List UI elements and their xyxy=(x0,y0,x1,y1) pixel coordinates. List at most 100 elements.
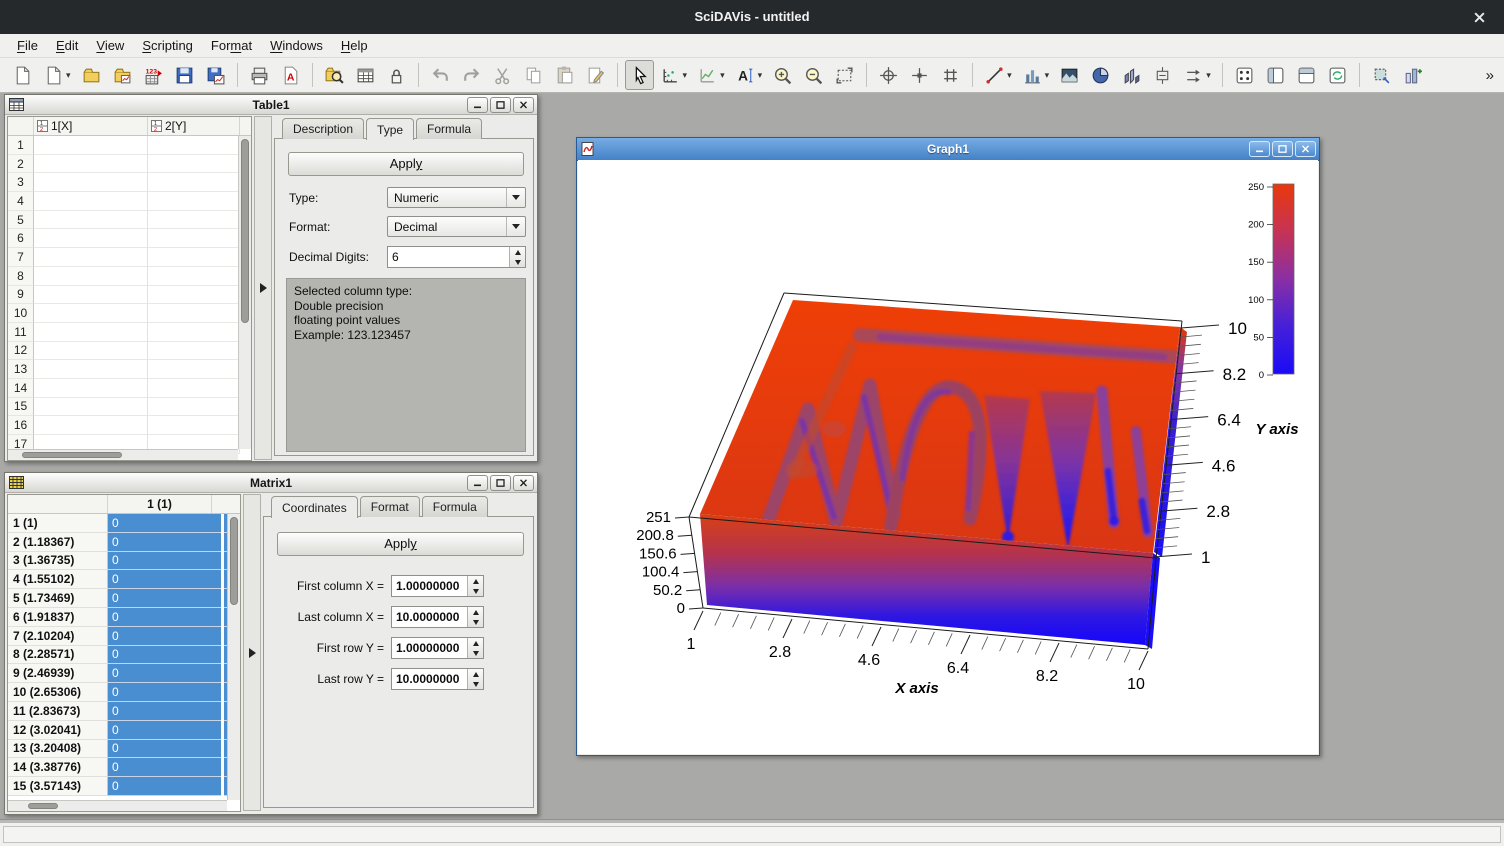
menu-windows[interactable]: Windows xyxy=(261,34,332,57)
table1-horizontal-scrollbar[interactable] xyxy=(8,449,238,460)
export-pdf-button[interactable]: A xyxy=(276,60,305,90)
matrix-row-header[interactable]: 2 (1.18367) xyxy=(8,533,108,552)
menu-format[interactable]: Format xyxy=(202,34,261,57)
redo-button[interactable] xyxy=(457,60,486,90)
add-text-button[interactable]: A▾ xyxy=(731,60,767,90)
table-cell[interactable] xyxy=(148,192,240,211)
menu-scripting[interactable]: Scripting xyxy=(133,34,202,57)
spin-buttons[interactable] xyxy=(467,638,483,658)
table-cell[interactable] xyxy=(34,304,148,323)
table1-column-header[interactable]: 122[Y] xyxy=(148,117,240,135)
row-number[interactable]: 2 xyxy=(8,155,34,174)
row-number[interactable]: 3 xyxy=(8,173,34,192)
set-column-values-button[interactable] xyxy=(1230,60,1259,90)
table-cell[interactable] xyxy=(34,248,148,267)
matrix-row-header[interactable]: 7 (2.10204) xyxy=(8,627,108,646)
table-cell[interactable] xyxy=(148,155,240,174)
matrix-cell[interactable]: 0 xyxy=(108,570,221,589)
table1-tab-type[interactable]: Type xyxy=(366,118,414,140)
app-close-button[interactable] xyxy=(1460,0,1498,34)
screen-reader-button[interactable] xyxy=(874,60,903,90)
table-cell[interactable] xyxy=(148,248,240,267)
table-cell[interactable] xyxy=(148,286,240,305)
matrix-row-header[interactable]: 12 (3.02041) xyxy=(8,721,108,740)
matrix-row-header[interactable]: 1 (1) xyxy=(8,514,108,533)
table1-tab-description[interactable]: Description xyxy=(282,118,364,139)
data-reader-button[interactable] xyxy=(905,60,934,90)
spin-buttons[interactable] xyxy=(467,669,483,689)
draw-line-button[interactable]: ▾ xyxy=(980,60,1016,90)
row-statistics-button[interactable] xyxy=(1292,60,1321,90)
table1-tab-formula[interactable]: Formula xyxy=(416,118,482,139)
coordinate-spinbox[interactable]: 1.00000000 xyxy=(391,637,484,659)
decimal-digits-spinbox[interactable]: 6 xyxy=(387,246,526,268)
table-cell[interactable] xyxy=(148,304,240,323)
graph1-close-button[interactable] xyxy=(1295,141,1316,157)
row-number[interactable]: 12 xyxy=(8,342,34,361)
matrix-cell[interactable]: 0 xyxy=(108,646,221,665)
table-cell[interactable] xyxy=(34,398,148,417)
plot-wizard-button[interactable]: ▾ xyxy=(656,60,692,90)
recalculate-button[interactable] xyxy=(1323,60,1352,90)
row-number[interactable]: 6 xyxy=(8,229,34,248)
plot-column-button[interactable]: ▾ xyxy=(1018,60,1054,90)
copy-button[interactable] xyxy=(519,60,548,90)
rescale-button[interactable] xyxy=(830,60,859,90)
paste-button[interactable] xyxy=(550,60,579,90)
matrix-cell[interactable]: 0 xyxy=(108,608,221,627)
print-button[interactable] xyxy=(245,60,274,90)
table-cell[interactable] xyxy=(148,379,240,398)
add-image-button[interactable] xyxy=(1055,60,1084,90)
matrix-cell[interactable]: 0 xyxy=(108,627,221,646)
row-number[interactable]: 16 xyxy=(8,416,34,435)
table-cell[interactable] xyxy=(34,267,148,286)
undo-button[interactable] xyxy=(426,60,455,90)
table1-minimize-button[interactable] xyxy=(467,97,488,113)
row-number[interactable]: 11 xyxy=(8,323,34,342)
table-cell[interactable] xyxy=(148,211,240,230)
coordinate-spinbox[interactable]: 1.00000000 xyxy=(391,575,484,597)
matrix-cell[interactable]: 0 xyxy=(108,683,221,702)
row-number[interactable]: 4 xyxy=(8,192,34,211)
column-statistics-button[interactable] xyxy=(1261,60,1290,90)
table-cell[interactable] xyxy=(148,342,240,361)
table1-panel-collapse-button[interactable] xyxy=(254,116,272,460)
table-cell[interactable] xyxy=(148,416,240,435)
table-cell[interactable] xyxy=(148,267,240,286)
table-cell[interactable] xyxy=(34,155,148,174)
matrix1-apply-button[interactable]: Apply xyxy=(277,532,524,556)
format-combobox[interactable]: Decimal xyxy=(387,216,526,237)
zoom-in-button[interactable] xyxy=(768,60,797,90)
new-project-button[interactable] xyxy=(8,60,37,90)
row-number[interactable]: 10 xyxy=(8,304,34,323)
menu-view[interactable]: View xyxy=(87,34,133,57)
table-cell[interactable] xyxy=(34,379,148,398)
spin-buttons[interactable] xyxy=(467,576,483,596)
matrix-cell[interactable]: 0 xyxy=(108,552,221,571)
matrix-row-header[interactable]: 3 (1.36735) xyxy=(8,552,108,571)
plot-vector-button[interactable]: ▾ xyxy=(1179,60,1215,90)
cut-button[interactable] xyxy=(488,60,517,90)
table1-vertical-scrollbar[interactable] xyxy=(238,136,251,449)
row-number[interactable]: 14 xyxy=(8,379,34,398)
row-number[interactable]: 9 xyxy=(8,286,34,305)
matrix1-column-header[interactable]: 1 (1) xyxy=(108,495,212,513)
matrix1-tab-format[interactable]: Format xyxy=(360,496,420,517)
coordinate-spinbox[interactable]: 10.0000000 xyxy=(391,606,484,628)
table1-titlebar[interactable]: Table1 xyxy=(5,95,537,115)
table-cell[interactable] xyxy=(148,323,240,342)
matrix-row-header[interactable]: 14 (3.38776) xyxy=(8,758,108,777)
graph1-titlebar[interactable]: Graph1 xyxy=(577,138,1319,161)
matrix-row-header[interactable]: 8 (2.28571) xyxy=(8,646,108,665)
menu-file[interactable]: File xyxy=(8,34,47,57)
matrix-cell[interactable]: 0 xyxy=(108,589,221,608)
matrix1-horizontal-scrollbar[interactable] xyxy=(8,800,227,811)
matrix-row-header[interactable]: 9 (2.46939) xyxy=(8,664,108,683)
zoom-out-button[interactable] xyxy=(799,60,828,90)
matrix-cell[interactable]: 0 xyxy=(108,702,221,721)
table-cell[interactable] xyxy=(34,286,148,305)
matrix-cell[interactable]: 0 xyxy=(108,721,221,740)
matrix-row-header[interactable]: 4 (1.55102) xyxy=(8,570,108,589)
matrix-cell[interactable]: 0 xyxy=(108,664,221,683)
table1-column-header[interactable]: 121[X] xyxy=(34,117,148,135)
